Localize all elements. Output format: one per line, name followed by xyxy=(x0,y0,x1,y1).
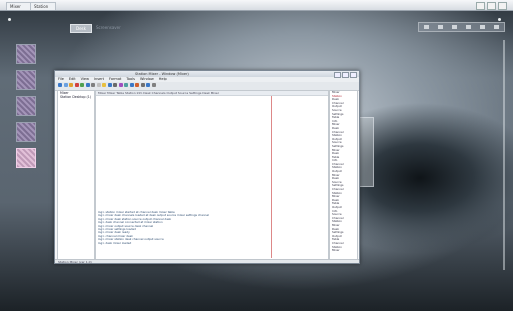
toolbar-icon[interactable] xyxy=(129,83,134,87)
toolbar-icon[interactable] xyxy=(69,83,73,87)
desktop: Mixer Station Desk Screensaver Station M… xyxy=(0,0,513,311)
tab-station[interactable]: Station xyxy=(30,2,56,10)
toolbar-icon[interactable] xyxy=(151,83,156,87)
toolbar-icon[interactable] xyxy=(91,83,95,87)
close-icon[interactable] xyxy=(498,2,507,10)
option-icon[interactable] xyxy=(466,25,472,29)
corner-pin-icon xyxy=(498,18,501,21)
toolbar-icon[interactable] xyxy=(80,83,84,87)
menu-help[interactable]: Help xyxy=(159,77,167,82)
toolbar-icon[interactable] xyxy=(140,83,145,87)
toolbar-icon[interactable] xyxy=(124,83,128,87)
desktop-label: Screensaver xyxy=(96,25,121,30)
toolbar-icon[interactable] xyxy=(63,83,68,87)
toolbar-icon[interactable] xyxy=(135,83,139,87)
maximize-icon[interactable] xyxy=(342,72,349,78)
corner-pin-icon xyxy=(8,18,11,21)
option-icon[interactable] xyxy=(423,25,429,29)
maximize-icon[interactable] xyxy=(487,2,496,10)
minimize-icon[interactable] xyxy=(334,72,341,78)
option-icon[interactable] xyxy=(494,25,500,29)
menu-edit[interactable]: Edit xyxy=(69,77,76,82)
top-right-toolbar xyxy=(418,22,505,32)
menu-file[interactable]: File xyxy=(58,77,64,82)
menu-format[interactable]: Format xyxy=(109,77,121,82)
desktop-button[interactable]: Desk xyxy=(70,24,92,33)
tree-panel: Mixer Station Desktop (1) xyxy=(57,90,95,260)
option-icon[interactable] xyxy=(437,25,443,29)
workspace-thumbnail-active[interactable] xyxy=(16,148,36,168)
toolbar-icon[interactable] xyxy=(74,83,79,87)
workspace-thumbnails xyxy=(16,44,36,174)
toolbar-icon[interactable] xyxy=(113,83,117,87)
minimize-icon[interactable] xyxy=(476,2,485,10)
toolbar-icon[interactable] xyxy=(146,83,150,87)
menu-insert[interactable]: Insert xyxy=(94,77,104,82)
tab-mixer[interactable]: Mixer xyxy=(6,2,32,10)
app-window: Station Mixer - Window (Mixer) File Edit… xyxy=(54,70,360,264)
menu-window[interactable]: Window xyxy=(140,77,154,82)
log-output: log> station mixer started at channel de… xyxy=(96,211,328,245)
app-title: Station Mixer - Window (Mixer) xyxy=(135,72,189,76)
workspace-thumbnail[interactable] xyxy=(16,96,36,116)
log-line: log> desk mixer loaded xyxy=(98,241,132,245)
tree-item[interactable]: Station Desktop (1) xyxy=(58,95,94,99)
toolbar-icon[interactable] xyxy=(118,83,123,87)
toolbar-icon[interactable] xyxy=(107,83,112,87)
close-icon[interactable] xyxy=(350,72,357,78)
workspace-thumbnail[interactable] xyxy=(16,122,36,142)
option-icon[interactable] xyxy=(451,25,457,29)
menu-view[interactable]: View xyxy=(81,77,89,82)
toolbar-icon[interactable] xyxy=(102,83,106,87)
toolbar-icon[interactable] xyxy=(85,83,90,87)
status-bar: Station Mixer (ver 1.0) xyxy=(55,259,359,264)
document-area[interactable]: Mixer Mixer Table Station Info Desk Chan… xyxy=(95,90,329,260)
workspace-thumbnail[interactable] xyxy=(16,44,36,64)
window-controls xyxy=(476,2,507,10)
list-item[interactable]: Mixer xyxy=(330,249,357,253)
option-icon[interactable] xyxy=(480,25,486,29)
document-header: Mixer Mixer Table Station Info Desk Chan… xyxy=(96,91,328,96)
properties-list: Mixer Station Desk Channel Output Source Setti… xyxy=(329,90,358,260)
menu-tools[interactable]: Tools xyxy=(126,77,135,82)
right-edge-divider xyxy=(503,40,505,270)
toolbar-icon[interactable] xyxy=(96,83,101,87)
toolbar-icon[interactable] xyxy=(58,83,62,87)
workspace-thumbnail[interactable] xyxy=(16,70,36,90)
app-titlebar: Station Mixer - Window (Mixer) xyxy=(55,71,359,78)
browser-topbar: Mixer Station xyxy=(0,0,513,11)
